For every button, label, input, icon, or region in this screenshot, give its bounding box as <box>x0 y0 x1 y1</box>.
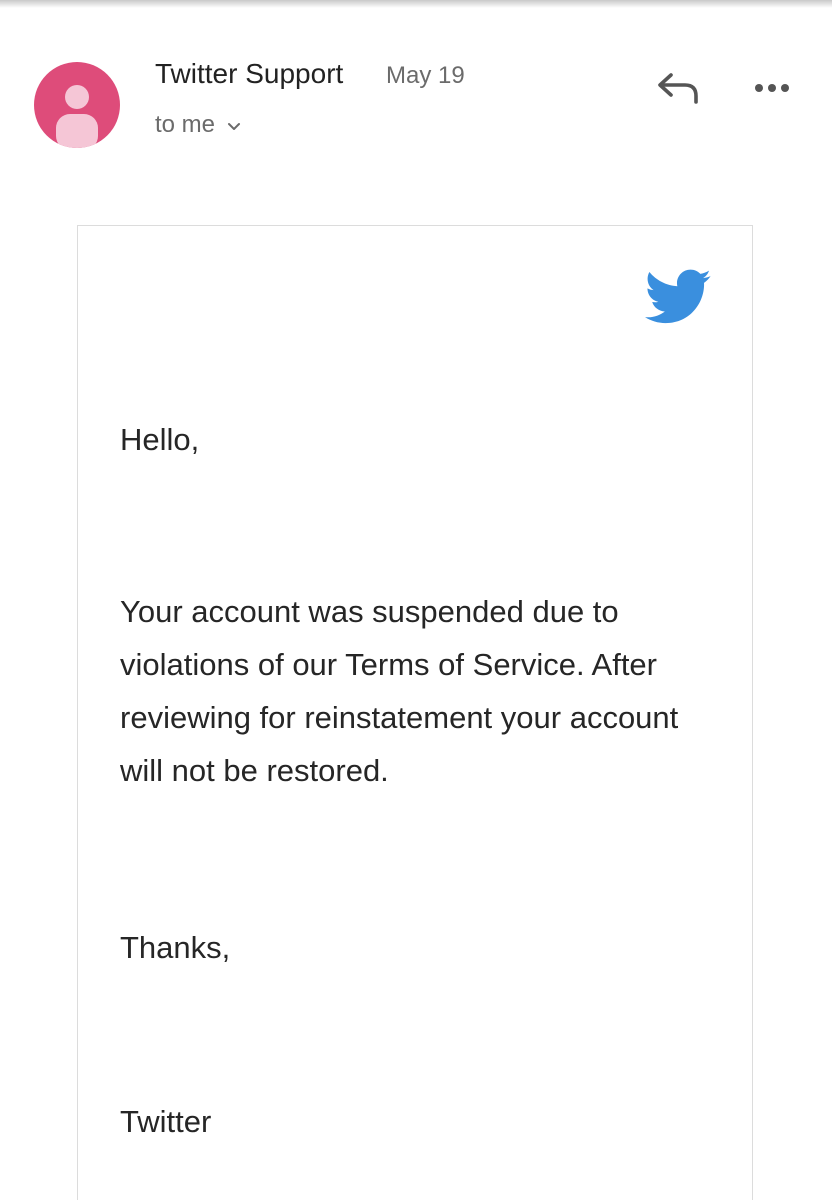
email-signoff: Thanks, <box>120 930 231 965</box>
reply-button[interactable] <box>654 68 702 108</box>
email-message: Your account was suspended due to violat… <box>120 594 679 788</box>
email-signature: Twitter <box>120 1104 212 1139</box>
recipient-label: to me <box>155 111 216 138</box>
sender-name: Twitter Support <box>155 58 344 89</box>
twitter-bird-icon <box>644 269 711 325</box>
email-view: Twitter Support May 19 to me Hello, Your… <box>0 0 832 1200</box>
reply-icon <box>658 73 698 104</box>
recipient-toggle[interactable]: to me <box>155 110 241 140</box>
email-date: May 19 <box>386 62 465 89</box>
person-icon <box>56 85 98 148</box>
more-options-icon <box>755 84 789 92</box>
email-body-card: Hello, Your account was suspended due to… <box>77 225 753 1200</box>
email-header: Twitter Support May 19 to me <box>0 0 832 180</box>
more-options-button[interactable] <box>748 72 796 104</box>
chevron-down-icon <box>227 111 241 139</box>
sender-avatar[interactable] <box>34 62 120 148</box>
email-greeting: Hello, <box>120 422 200 457</box>
